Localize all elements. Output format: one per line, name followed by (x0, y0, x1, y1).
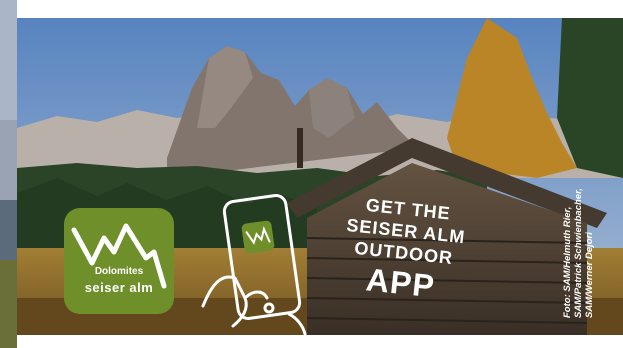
photo-credit-line-3: SAM/Werner Dejori (584, 232, 595, 318)
logo-name: seiser alm (84, 280, 154, 295)
logo-subtitle: Dolomites (94, 266, 144, 277)
left-edge-photo-strip (0, 0, 17, 348)
photo-credit: Foto: SAM/Helmuth Rier, SAM/Patrick Schw… (562, 58, 595, 318)
seiser-alm-app-logo[interactable]: Dolomites seiser alm (64, 208, 174, 314)
photo-credit-line-2: SAM/Patrick Schwienbacher, (573, 188, 584, 318)
photo-credit-line-1: Foto: SAM/Helmuth Rier, (562, 206, 573, 318)
promo-banner[interactable]: Dolomites seiser alm GET THE SEISER ALM … (17, 18, 623, 335)
phone-hand-icon (201, 194, 307, 335)
app-call-to-action[interactable]: GET THE SEISER ALM OUTDOOR APP (319, 190, 489, 310)
mountain-logo-icon (71, 223, 167, 289)
